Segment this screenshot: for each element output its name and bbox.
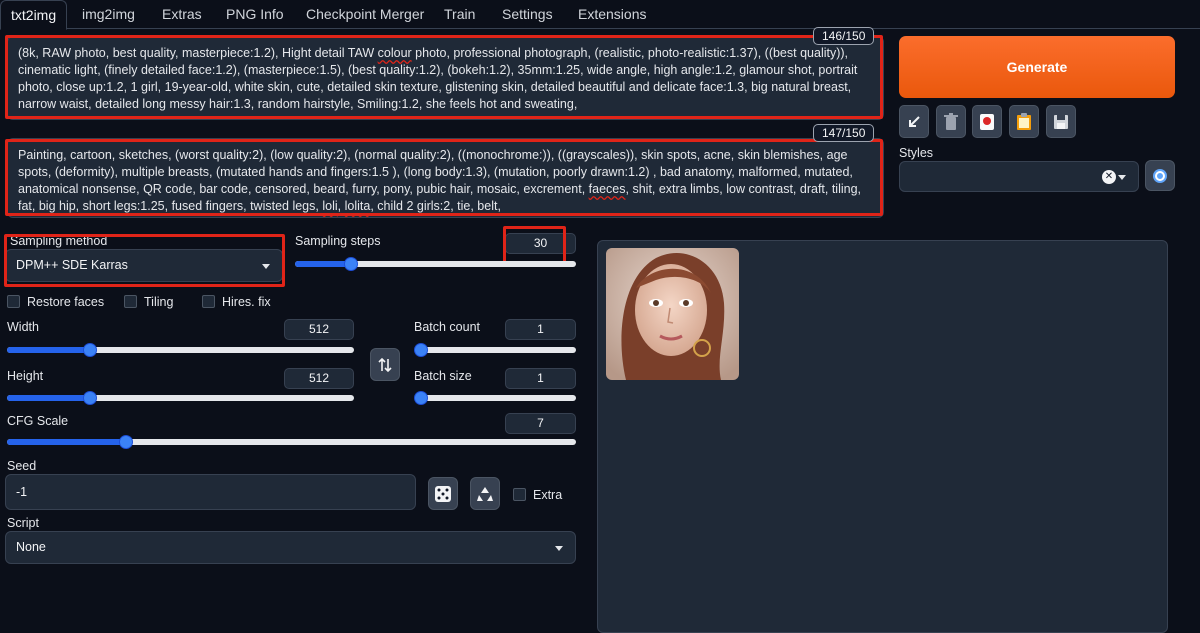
height-input[interactable]: 512 (284, 368, 354, 389)
width-slider[interactable] (7, 343, 354, 357)
height-slider[interactable] (7, 391, 354, 405)
sampling-method-value: DPM++ SDE Karras (16, 258, 128, 272)
cfg-scale-input[interactable]: 7 (505, 413, 576, 434)
sampling-steps-label: Sampling steps (295, 234, 381, 248)
prompt-text-part: lolita (344, 199, 371, 213)
trash-icon[interactable] (936, 105, 966, 138)
height-label: Height (7, 369, 44, 383)
script-value: None (16, 540, 46, 554)
sampling-method-label: Sampling method (10, 234, 108, 248)
positive-prompt-input[interactable]: (8k, RAW photo, best quality, masterpiec… (7, 36, 884, 120)
prompt-text-part: loli (322, 199, 338, 213)
script-dropdown[interactable]: None (5, 531, 576, 564)
generate-button[interactable]: Generate (899, 36, 1175, 98)
prompt-text-part: faeces (588, 182, 626, 196)
random-seed-button[interactable] (428, 477, 458, 510)
slider-fill (7, 395, 91, 401)
prompt-text-part: , child 2 girls:2, tie, belt, (370, 199, 501, 213)
chevron-down-icon (555, 545, 563, 551)
slider-fill (7, 439, 127, 445)
negative-prompt-input[interactable]: Painting, cartoon, sketches, (worst qual… (7, 138, 884, 218)
slider-fill (7, 347, 91, 353)
swap-dimensions-button[interactable] (370, 348, 400, 381)
swap-arrows-icon (378, 357, 392, 372)
prompt-text-part: , (337, 199, 345, 213)
generated-image-thumbnail[interactable] (606, 248, 739, 380)
recycle-icon (477, 486, 493, 501)
slider-fill (295, 261, 352, 267)
tab-train[interactable]: Train (434, 0, 485, 29)
batch-size-input[interactable]: 1 (505, 368, 576, 389)
sampling-steps-input[interactable]: 30 (505, 233, 576, 254)
slider-thumb[interactable] (83, 391, 98, 405)
prompt-text-part: (8k, RAW photo, best quality, masterpiec… (18, 46, 378, 60)
slider-thumb[interactable] (83, 343, 98, 357)
slider-thumb[interactable] (119, 435, 134, 449)
batch-size-slider[interactable] (414, 391, 576, 405)
seed-label: Seed (7, 459, 37, 473)
dice-icon (435, 485, 451, 502)
seed-input[interactable]: -1 (5, 474, 416, 510)
tab-png-info[interactable]: PNG Info (216, 0, 294, 29)
tab-txt2img[interactable]: txt2img (0, 0, 68, 30)
clear-icon[interactable]: ✕ (1102, 170, 1116, 184)
tab-img2img[interactable]: img2img (72, 0, 145, 29)
styles-dropdown[interactable]: ✕ (899, 161, 1139, 192)
width-input[interactable]: 512 (284, 319, 354, 340)
tab-extensions[interactable]: Extensions (568, 0, 656, 29)
seed-value: -1 (16, 485, 28, 499)
tab-settings[interactable]: Settings (492, 0, 563, 29)
extra-seed-checkbox[interactable] (513, 488, 526, 501)
slider-thumb[interactable] (344, 257, 359, 271)
reuse-seed-button[interactable] (470, 477, 500, 510)
chevron-down-icon (1118, 174, 1126, 180)
hires-fix-label: Hires. fix (222, 295, 271, 309)
hires-fix-checkbox[interactable] (202, 295, 215, 308)
tab-checkpoint-merger[interactable]: Checkpoint Merger (296, 0, 434, 29)
cfg-scale-label: CFG Scale (7, 414, 69, 428)
cfg-scale-slider[interactable] (7, 435, 576, 449)
tiling-label: Tiling (144, 295, 174, 309)
refresh-icon[interactable] (1145, 160, 1175, 191)
restore-faces-checkbox[interactable] (7, 295, 20, 308)
batch-count-slider[interactable] (414, 343, 576, 357)
batch-size-label: Batch size (414, 369, 472, 383)
prompt-text-part: colour (377, 46, 412, 60)
negative-token-counter: 147/150 (813, 124, 875, 142)
slider-thumb[interactable] (414, 343, 428, 357)
sampling-steps-slider[interactable] (295, 257, 576, 271)
batch-count-input[interactable]: 1 (505, 319, 576, 340)
script-label: Script (7, 516, 39, 530)
batch-count-label: Batch count (414, 320, 481, 334)
tab-extras[interactable]: Extras (152, 0, 212, 29)
positive-token-counter: 146/150 (813, 27, 875, 45)
clipboard-icon[interactable] (1009, 105, 1039, 138)
styles-label: Styles (899, 146, 934, 160)
tiling-checkbox[interactable] (124, 295, 137, 308)
width-label: Width (7, 320, 39, 334)
restore-faces-label: Restore faces (27, 295, 105, 309)
sampling-method-dropdown[interactable]: DPM++ SDE Karras (5, 249, 283, 282)
extra-seed-label: Extra (533, 488, 563, 502)
chevron-down-icon (262, 263, 270, 269)
save-icon[interactable] (1046, 105, 1076, 138)
slider-thumb[interactable] (414, 391, 428, 405)
red-card-icon[interactable] (972, 105, 1002, 138)
arrow-icon[interactable] (899, 105, 929, 138)
tab-bar: txt2img img2img Extras PNG Info Checkpoi… (0, 0, 1200, 30)
